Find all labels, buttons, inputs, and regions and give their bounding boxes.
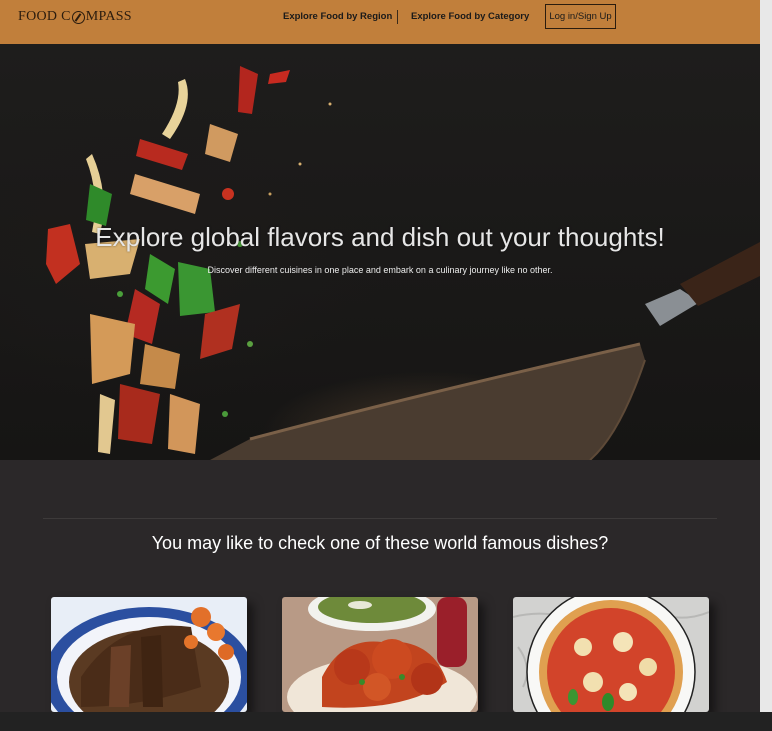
site-logo[interactable]: FOOD C MPASS [18,9,132,25]
dish-card-margherita-pizza[interactable] [513,597,709,712]
page-edge-strip [760,0,772,731]
section-title: You may like to check one of these world… [151,533,609,553]
hero-subtitle: Discover different cuisines in one place… [207,265,553,275]
login-signup-button[interactable]: Log in/Sign Up [545,4,616,29]
hero-banner: Explore global flavors and dish out your… [0,44,760,460]
logo-text-right: MPASS [85,9,132,24]
margherita-pizza-image [513,597,709,712]
nav-link-explore-by-region[interactable]: Explore Food by Region [283,11,392,22]
roast-beef-image [51,597,247,712]
tandoori-chicken-image [282,597,478,712]
logo-text-left: FOOD C [18,9,71,24]
nav-separator [397,10,398,24]
dish-card-roast-beef[interactable] [51,597,247,712]
section-divider [43,518,717,519]
dish-card-tandoori-chicken[interactable] [282,597,478,712]
famous-dishes-section: You may like to check one of these world… [0,460,760,712]
bottom-scroll-edge [0,712,772,731]
hero-title: Explore global flavors and dish out your… [95,222,665,252]
nav-link-explore-by-category[interactable]: Explore Food by Category [411,11,529,22]
top-navbar: FOOD C MPASS Explore Food by Region Expl… [0,0,760,44]
compass-icon [71,10,85,24]
